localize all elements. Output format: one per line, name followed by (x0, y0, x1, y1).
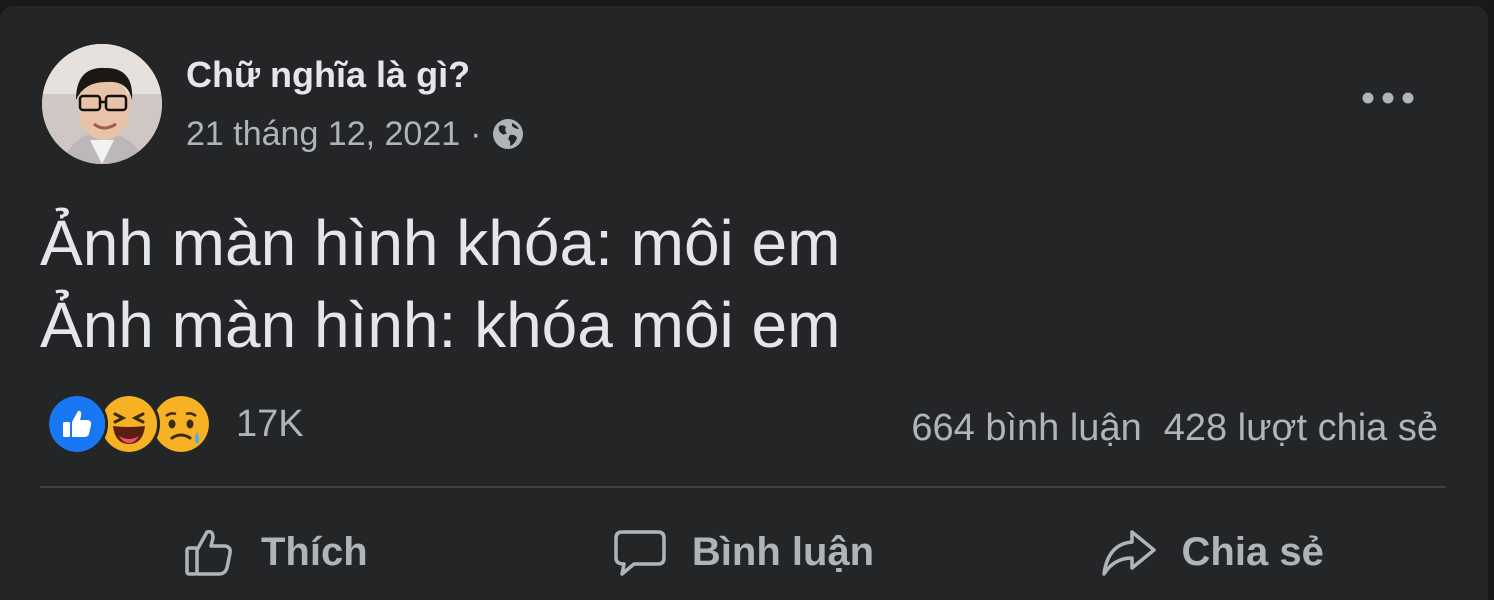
post-date[interactable]: 21 tháng 12, 2021 (186, 112, 460, 156)
comment-bubble-icon (614, 530, 666, 576)
more-dots-icon (1362, 92, 1414, 104)
share-count[interactable]: 428 lượt chia sẻ (1164, 407, 1438, 449)
action-divider (40, 486, 1446, 488)
reactions-summary[interactable]: 17K (46, 393, 304, 455)
like-button[interactable]: Thích (40, 504, 509, 600)
post-meta: 21 tháng 12, 2021 · (186, 112, 525, 156)
like-icon (46, 393, 108, 455)
post-card: Chữ nghĩa là gì? 21 tháng 12, 2021 · Ảnh… (0, 6, 1488, 600)
share-arrow-icon (1101, 530, 1156, 576)
post-text-line-2: Ảnh màn hình: khóa môi em (40, 289, 841, 361)
action-bar: Thích Bình luận Chia sẻ (40, 504, 1446, 600)
avatar-photo (42, 44, 162, 164)
reaction-count[interactable]: 17K (236, 403, 304, 446)
more-options-button[interactable] (1350, 68, 1426, 128)
author-name[interactable]: Chữ nghĩa là gì? (186, 52, 470, 98)
comment-count[interactable]: 664 bình luận (911, 407, 1141, 449)
post-text: Ảnh màn hình khóa: môi em Ảnh màn hình: … (40, 202, 840, 366)
author-avatar[interactable] (42, 44, 162, 164)
post-stats: 664 bình luận 428 lượt chia sẻ (911, 400, 1438, 456)
post-text-line-1: Ảnh màn hình khóa: môi em (40, 207, 841, 279)
share-label: Chia sẻ (1181, 529, 1324, 574)
globe-icon[interactable] (491, 117, 525, 151)
meta-separator: · (470, 115, 482, 153)
share-button[interactable]: Chia sẻ (977, 504, 1446, 600)
comment-button[interactable]: Bình luận (509, 504, 978, 600)
comment-label: Bình luận (691, 529, 875, 574)
like-label: Thích (261, 529, 368, 574)
thumbs-up-icon (185, 529, 232, 576)
